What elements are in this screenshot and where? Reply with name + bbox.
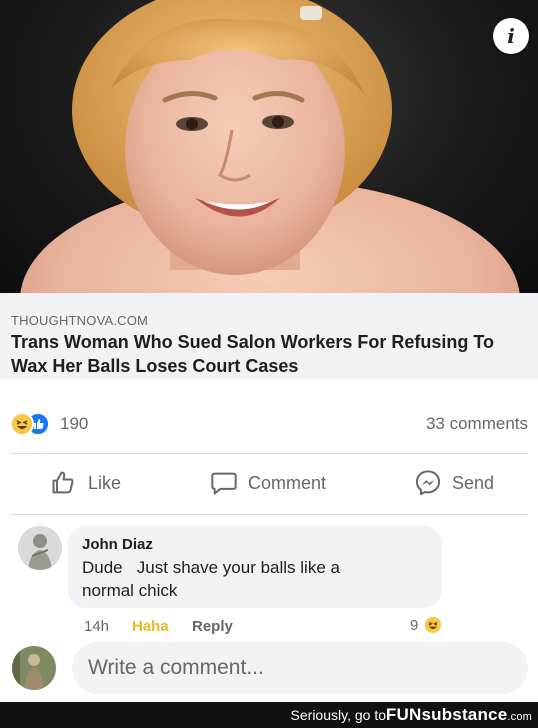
watermark-logo-main: FUNsubstance xyxy=(385,705,508,724)
comment-input[interactable] xyxy=(88,654,508,682)
messenger-icon xyxy=(415,470,441,496)
thumbs-up-icon xyxy=(52,471,74,494)
like-label: Like xyxy=(88,472,122,493)
comment-bubble: John Diaz Dude Just shave your balls lik… xyxy=(68,526,442,608)
divider xyxy=(10,514,528,515)
comment-reaction-count[interactable]: 9 xyxy=(410,617,418,634)
watermark-logo: FUNsubstance.com xyxy=(386,705,532,725)
link-preview-image[interactable]: i xyxy=(0,0,538,293)
like-button[interactable]: Like xyxy=(50,468,121,498)
haha-icon xyxy=(425,617,441,633)
reaction-count[interactable]: 190 xyxy=(60,414,88,434)
comment-label: Comment xyxy=(248,472,327,493)
comment-reply-button[interactable]: Reply xyxy=(192,618,233,635)
comment-author[interactable]: John Diaz xyxy=(82,536,153,553)
watermark-bar: Seriously, go to FUNsubstance.com xyxy=(0,702,538,728)
comments-count[interactable]: 33 comments xyxy=(426,414,528,434)
user-avatar[interactable] xyxy=(12,646,56,690)
link-headline[interactable]: Trans Woman Who Sued Salon Workers For R… xyxy=(11,330,531,378)
link-preview-caption[interactable]: THOUGHTNOVA.COM Trans Woman Who Sued Sal… xyxy=(0,293,538,379)
portrait-photo xyxy=(20,0,520,293)
speech-bubble-icon xyxy=(211,472,237,495)
comment-text: Dude Just shave your balls like a normal… xyxy=(82,558,345,600)
watermark-logo-suffix: .com xyxy=(507,711,532,723)
haha-icon xyxy=(10,412,34,436)
commenter-avatar[interactable] xyxy=(18,526,62,570)
comment-haha-button[interactable]: Haha xyxy=(132,618,169,635)
info-icon[interactable]: i xyxy=(493,18,529,54)
send-label: Send xyxy=(452,472,495,493)
divider xyxy=(10,453,528,454)
send-button[interactable]: Send xyxy=(414,468,494,498)
comment-composer[interactable] xyxy=(72,642,528,694)
comment-button[interactable]: Comment xyxy=(210,468,326,498)
watermark-text: Seriously, go to xyxy=(290,707,386,723)
comment-time[interactable]: 14h xyxy=(84,618,109,635)
link-source-domain: THOUGHTNOVA.COM xyxy=(11,313,149,328)
